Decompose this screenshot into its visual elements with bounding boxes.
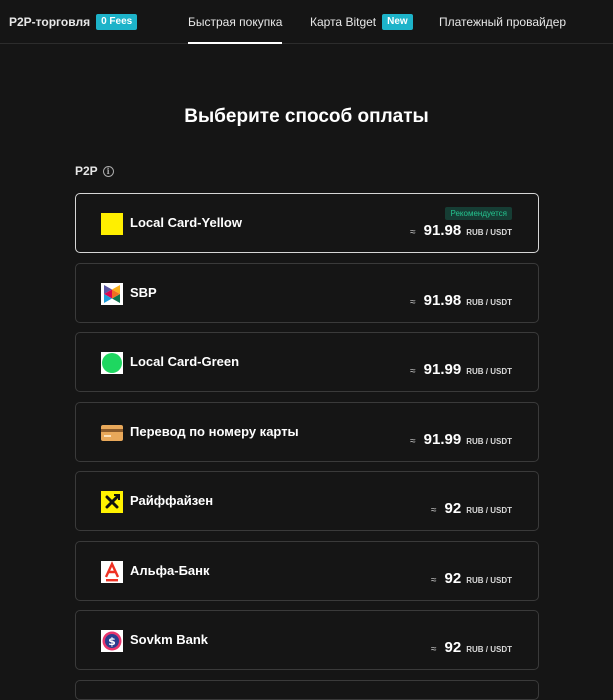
approx-sign: ≈ (431, 505, 437, 516)
approx-sign: ≈ (431, 644, 437, 655)
info-icon[interactable]: i (102, 165, 114, 177)
rate-value: 91.99 (423, 431, 462, 448)
rate-value: 92 (444, 500, 462, 517)
sovkom-logo-icon: $ (101, 630, 123, 652)
payment-method-name: Local Card-Green (130, 354, 240, 369)
approx-sign: ≈ (410, 366, 416, 377)
payment-method-local-card-green[interactable]: Local Card-Green ≈ 91.99 RUB / USDT (75, 332, 539, 392)
nav-tab-quick-buy[interactable]: Быстрая покупка (188, 0, 283, 44)
rate-unit: RUB / USDT (466, 228, 512, 237)
payment-method-name: SBP (130, 285, 157, 300)
rate-value: 91.98 (423, 292, 462, 309)
payment-method-card-transfer[interactable]: Перевод по номеру карты ≈ 91.99 RUB / US… (75, 402, 539, 462)
rate: ≈ 92 RUB / USDT (431, 570, 512, 587)
rate: ≈ 91.98 RUB / USDT (410, 222, 512, 239)
section-label-text: P2P (75, 164, 98, 178)
raiffeisen-logo-icon (101, 491, 123, 513)
payment-method-next-partial[interactable] (75, 680, 539, 700)
approx-sign: ≈ (410, 297, 416, 308)
recommended-badge: Рекомендуется (445, 207, 512, 220)
zero-fees-badge: 0 Fees (96, 14, 138, 30)
rate: ≈ 91.99 RUB / USDT (410, 361, 512, 378)
approx-sign: ≈ (410, 436, 416, 447)
rate-value: 92 (444, 639, 462, 656)
payment-method-alfa-bank[interactable]: Альфа-Банк ≈ 92 RUB / USDT (75, 541, 539, 601)
nav-tab-p2p[interactable]: P2P-торговля 0 Fees (9, 0, 138, 44)
payment-method-local-card-yellow[interactable]: Local Card-Yellow Рекомендуется ≈ 91.98 … (75, 193, 539, 253)
rate-value: 91.98 (423, 222, 462, 239)
nav-tab-quick-buy-label: Быстрая покупка (188, 15, 283, 29)
payment-method-name: Альфа-Банк (130, 563, 210, 578)
rate: ≈ 91.98 RUB / USDT (410, 292, 512, 309)
svg-text:$: $ (108, 635, 116, 648)
nav-tab-payment-provider-label: Платежный провайдер (439, 15, 567, 29)
nav-tab-bitget-card[interactable]: Карта Bitget New (310, 0, 413, 44)
approx-sign: ≈ (431, 575, 437, 586)
rate-value: 91.99 (423, 361, 462, 378)
rate-value: 92 (444, 570, 462, 587)
rate-unit: RUB / USDT (466, 298, 512, 307)
payment-method-name: Local Card-Yellow (130, 215, 242, 230)
new-badge: New (382, 14, 413, 30)
rate-unit: RUB / USDT (466, 645, 512, 654)
yellow-square-icon (101, 213, 123, 235)
payment-method-name: Перевод по номеру карты (130, 424, 299, 439)
approx-sign: ≈ (410, 227, 416, 238)
rate: ≈ 92 RUB / USDT (431, 500, 512, 517)
page-title: Выберите способ оплаты (184, 106, 429, 127)
payment-method-raiffeisen[interactable]: Райффайзен ≈ 92 RUB / USDT (75, 471, 539, 531)
payment-method-sovkom-bank[interactable]: $ Sovkm Bank ≈ 92 RUB / USDT (75, 610, 539, 670)
bank-card-icon (101, 422, 123, 444)
nav-tab-p2p-label: P2P-торговля (9, 15, 91, 29)
top-nav: P2P-торговля 0 Fees Быстрая покупка Карт… (0, 0, 613, 44)
nav-tab-bitget-card-label: Карта Bitget (310, 15, 377, 29)
nav-tab-payment-provider[interactable]: Платежный провайдер (439, 0, 566, 44)
rate-unit: RUB / USDT (466, 506, 512, 515)
payment-method-name: Райффайзен (130, 493, 214, 508)
rate-unit: RUB / USDT (466, 437, 512, 446)
rate: ≈ 92 RUB / USDT (431, 639, 512, 656)
rate-unit: RUB / USDT (466, 576, 512, 585)
payment-method-sbp[interactable]: SBP ≈ 91.98 RUB / USDT (75, 263, 539, 323)
rate-unit: RUB / USDT (466, 367, 512, 376)
section-label-p2p: P2P i (75, 164, 114, 178)
alfa-bank-logo-icon (101, 561, 123, 583)
sbp-logo-icon (101, 283, 123, 305)
payment-method-name: Sovkm Bank (130, 632, 209, 647)
green-circle-icon (101, 352, 123, 374)
rate: ≈ 91.99 RUB / USDT (410, 431, 512, 448)
